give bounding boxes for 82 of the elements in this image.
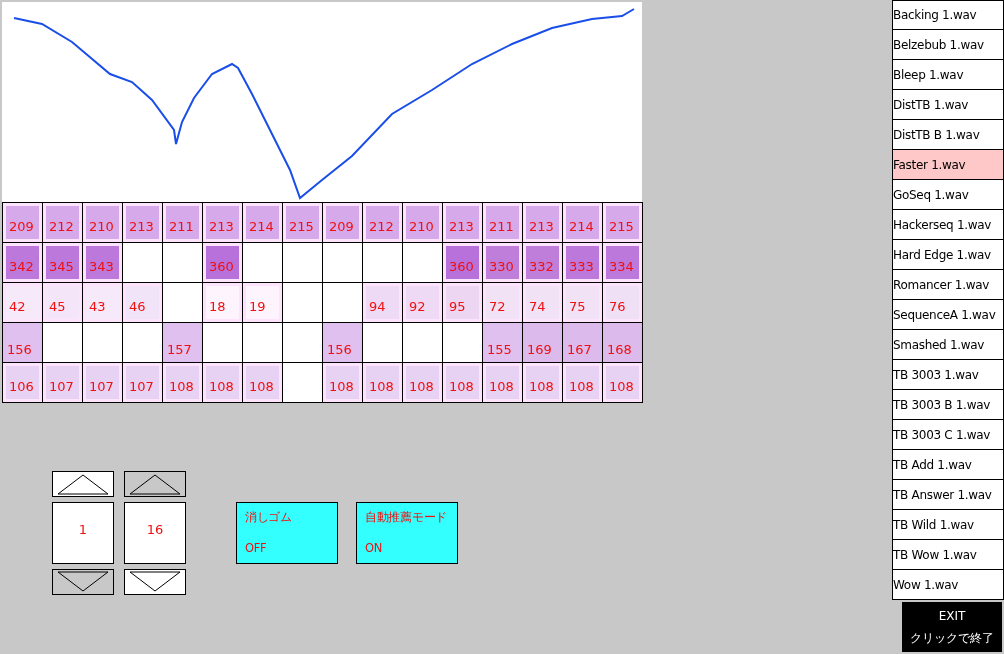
grid-cell[interactable]: 214 — [246, 206, 279, 239]
grid-cell[interactable]: 76 — [606, 286, 639, 319]
toggle-button[interactable]: 消しゴム OFF — [236, 502, 338, 564]
file-list-item[interactable]: TB Add 1.wav — [892, 450, 1004, 480]
grid-cell[interactable]: 156 — [323, 323, 362, 362]
file-list-item[interactable]: Backing 1.wav — [892, 0, 1004, 30]
grid-cell[interactable]: 108 — [446, 366, 479, 399]
grid-cell[interactable]: 108 — [486, 366, 519, 399]
grid-cell[interactable]: 210 — [86, 206, 119, 239]
grid-cell[interactable]: 107 — [46, 366, 79, 399]
grid-cell[interactable]: 19 — [246, 286, 279, 319]
grid-cell[interactable]: 95 — [446, 286, 479, 319]
grid-cell[interactable]: 74 — [526, 286, 559, 319]
file-list-item[interactable]: TB Wild 1.wav — [892, 510, 1004, 540]
file-list-item[interactable]: TB 3003 B 1.wav — [892, 390, 1004, 420]
grid-cell[interactable]: 211 — [486, 206, 519, 239]
grid-cell[interactable]: 108 — [526, 366, 559, 399]
grid-cell[interactable]: 155 — [483, 323, 522, 362]
grid-cell[interactable]: 108 — [166, 366, 199, 399]
grid-cell[interactable]: 18 — [206, 286, 239, 319]
grid-cell[interactable]: 108 — [366, 366, 399, 399]
file-list-item[interactable]: Faster 1.wav — [892, 150, 1004, 180]
up-triangle-icon — [129, 473, 181, 495]
file-list-item[interactable]: Wow 1.wav — [892, 570, 1004, 600]
down-triangle-icon — [57, 571, 109, 593]
grid-cell[interactable]: 108 — [246, 366, 279, 399]
up-triangle-icon — [57, 473, 109, 495]
grid-cell[interactable]: 46 — [126, 286, 159, 319]
grid-cell[interactable]: 107 — [126, 366, 159, 399]
value-display: 1 — [52, 502, 114, 564]
file-list-item[interactable]: TB 3003 C 1.wav — [892, 420, 1004, 450]
grid-cell[interactable]: 213 — [206, 206, 239, 239]
file-list-item[interactable]: DistTB 1.wav — [892, 90, 1004, 120]
exit-button[interactable]: EXIT クリックで終了 — [902, 602, 1002, 652]
grid-cell[interactable]: 213 — [126, 206, 159, 239]
grid-cell[interactable]: 212 — [366, 206, 399, 239]
file-list-item[interactable]: Belzebub 1.wav — [892, 30, 1004, 60]
down-triangle-icon — [129, 571, 181, 593]
file-list-item[interactable]: DistTB B 1.wav — [892, 120, 1004, 150]
grid-cell[interactable]: 209 — [6, 206, 39, 239]
grid-cell[interactable]: 156 — [3, 323, 42, 362]
grid-cell[interactable]: 215 — [286, 206, 319, 239]
grid-cell[interactable]: 75 — [566, 286, 599, 319]
down-arrow-button[interactable] — [124, 569, 186, 595]
grid-cell[interactable]: 94 — [366, 286, 399, 319]
up-arrow-button[interactable] — [52, 471, 114, 497]
grid-cell[interactable]: 92 — [406, 286, 439, 319]
grid-cell[interactable]: 45 — [46, 286, 79, 319]
grid-cell[interactable]: 108 — [566, 366, 599, 399]
file-list-item[interactable]: Smashed 1.wav — [892, 330, 1004, 360]
file-list-item[interactable]: Hard Edge 1.wav — [892, 240, 1004, 270]
file-list-item[interactable]: GoSeq 1.wav — [892, 180, 1004, 210]
grid-cell[interactable]: 214 — [566, 206, 599, 239]
grid-cell[interactable]: 72 — [486, 286, 519, 319]
file-list-item[interactable]: Hackerseq 1.wav — [892, 210, 1004, 240]
grid-cell[interactable]: 212 — [46, 206, 79, 239]
grid-cell[interactable]: 108 — [326, 366, 359, 399]
grid-cell[interactable]: 108 — [206, 366, 239, 399]
file-list-item[interactable]: TB Answer 1.wav — [892, 480, 1004, 510]
grid-cell[interactable]: 106 — [6, 366, 39, 399]
file-list-item[interactable]: Bleep 1.wav — [892, 60, 1004, 90]
grid-cell[interactable]: 43 — [86, 286, 119, 319]
file-list-item[interactable]: TB 3003 1.wav — [892, 360, 1004, 390]
grid-cell[interactable]: 168 — [603, 323, 642, 362]
file-list-item[interactable]: Romancer 1.wav — [892, 270, 1004, 300]
grid-cell[interactable]: 108 — [406, 366, 439, 399]
grid-cell[interactable]: 209 — [326, 206, 359, 239]
grid-cell[interactable]: 108 — [606, 366, 639, 399]
grid-cell[interactable]: 169 — [523, 323, 562, 362]
grid-cell[interactable]: 42 — [6, 286, 39, 319]
grid-cell[interactable]: 215 — [606, 206, 639, 239]
grid-cell[interactable]: 213 — [526, 206, 559, 239]
value-display: 16 — [124, 502, 186, 564]
file-list-item[interactable]: TB Wow 1.wav — [892, 540, 1004, 570]
file-list-item[interactable]: SequenceA 1.wav — [892, 300, 1004, 330]
grid-cell[interactable]: 211 — [166, 206, 199, 239]
grid-cell[interactable]: 107 — [86, 366, 119, 399]
grid-cell[interactable]: 213 — [446, 206, 479, 239]
grid-cell[interactable]: 167 — [563, 323, 602, 362]
toggle-button[interactable]: 自動推薦モード ON — [356, 502, 458, 564]
grid-cell[interactable]: 210 — [406, 206, 439, 239]
grid-cell[interactable]: 157 — [163, 323, 202, 362]
